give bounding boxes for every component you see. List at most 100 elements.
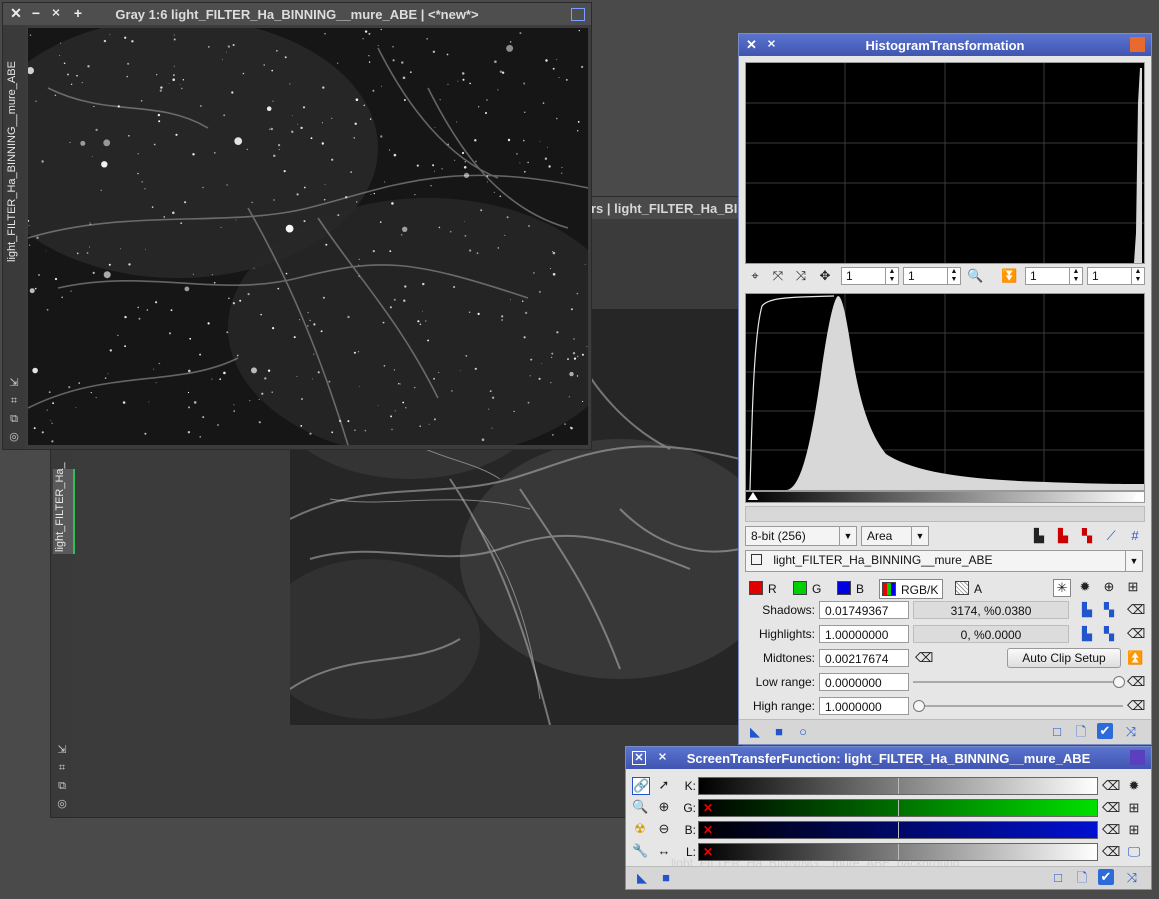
channel-b[interactable]: B: [837, 579, 864, 597]
channel-a[interactable]: A: [955, 579, 982, 597]
crosshair-alt-icon[interactable]: ⊞: [1125, 579, 1141, 595]
crosshair-icon[interactable]: ⊞: [1126, 800, 1142, 816]
front-image-window[interactable]: ✕ − ⨯ + Gray 1:6 light_FILTER_Ha_BINNING…: [2, 2, 592, 450]
pan-icon[interactable]: ✥: [817, 268, 833, 284]
stf-channel-bar[interactable]: ✕: [698, 821, 1098, 839]
target-icon[interactable]: ◎: [8, 431, 20, 443]
apply-global-icon[interactable]: ■: [771, 724, 787, 740]
screen-transfer-function-window[interactable]: ✕ ⨯ ScreenTransferFunction: light_FILTER…: [625, 746, 1152, 890]
zoom-to-fit-icon[interactable]: ⇲: [8, 377, 20, 389]
low-range-field[interactable]: 0.0000000: [819, 673, 909, 691]
clone-icon[interactable]: ⧉: [8, 413, 20, 425]
collapse-window-icon[interactable]: ⤨: [1123, 724, 1139, 740]
reset-icon[interactable]: ⌫: [915, 650, 933, 666]
apply-icon[interactable]: ✔: [1097, 723, 1113, 739]
spinner-arrows-icon[interactable]: ▲ ▼: [1069, 268, 1082, 284]
histogram-titlebar[interactable]: ✕ ⨯ HistogramTransformation: [739, 34, 1151, 56]
stf-channel-bar[interactable]: [698, 777, 1098, 795]
zoom-h-spinner[interactable]: 1 ▲ ▼: [841, 267, 899, 285]
reset-instance-icon[interactable]: 🗋: [1074, 870, 1090, 886]
new-instance-icon[interactable]: ◣: [634, 870, 650, 886]
clone-icon[interactable]: ⧉: [56, 780, 68, 792]
reset-icon[interactable]: ⌫: [1127, 698, 1145, 714]
target-icon[interactable]: ◎: [56, 798, 68, 810]
stars-icon[interactable]: ✳: [1053, 579, 1071, 597]
slider-knob[interactable]: [913, 700, 925, 712]
spinner-arrows-icon[interactable]: ▲ ▼: [947, 268, 960, 284]
histogram-left-multi-icon[interactable]: ▚: [1101, 602, 1117, 618]
histogram-right-icon[interactable]: ▙: [1079, 626, 1095, 642]
view-select[interactable]: light_FILTER_Ha_BINNING__mure_ABE ▼: [745, 550, 1143, 572]
stf-channel-bar[interactable]: ✕: [698, 799, 1098, 817]
reset-icon[interactable]: ⌫: [1127, 602, 1145, 618]
shadows-slider-handle[interactable]: [748, 492, 758, 500]
histogram-right-multi-icon[interactable]: ▚: [1101, 626, 1117, 642]
grid-icon[interactable]: #: [1127, 528, 1143, 544]
midtone-marker[interactable]: [898, 844, 899, 860]
midtone-marker[interactable]: [898, 800, 899, 816]
front-window-titlebar[interactable]: ✕ − ⨯ + Gray 1:6 light_FILTER_Ha_BINNING…: [3, 3, 591, 25]
reset-icon[interactable]: ⌫: [1102, 844, 1120, 860]
input-histogram[interactable]: [745, 293, 1145, 491]
apply-global-icon[interactable]: ■: [658, 870, 674, 886]
chevron-up-icon[interactable]: ⏫: [1127, 650, 1143, 666]
starfield-image[interactable]: [28, 28, 588, 445]
monitor-icon[interactable]: 🖵: [1126, 844, 1142, 860]
move-icon[interactable]: ⌖: [747, 268, 763, 284]
background-window-sidebar-tab[interactable]: light_FILTER_Ha_: [53, 462, 75, 554]
reset-icon[interactable]: ⌫: [1102, 800, 1120, 816]
midtones-field[interactable]: 0.00217674: [819, 649, 909, 667]
histogram-left-icon[interactable]: ▙: [1079, 602, 1095, 618]
reset-icon[interactable]: ⌫: [1127, 674, 1145, 690]
high-range-field[interactable]: 1.0000000: [819, 697, 909, 715]
apply-icon[interactable]: ✔: [1098, 869, 1114, 885]
arrow-down-icon[interactable]: ⏬: [1001, 268, 1017, 284]
reset-instance-icon[interactable]: 🗋: [1073, 724, 1089, 740]
reset-icon[interactable]: ⌫: [1102, 822, 1120, 838]
histogram-multi-icon[interactable]: ▚: [1079, 528, 1095, 544]
channel-rgbk[interactable]: RGB/K: [879, 579, 944, 599]
curve-icon[interactable]: ⟋: [1103, 528, 1119, 544]
highlights-slider-handle[interactable]: [1133, 492, 1143, 500]
collapse-window-icon[interactable]: ⤨: [1124, 870, 1140, 886]
spinner-arrows-icon[interactable]: ▲ ▼: [1131, 268, 1144, 284]
fit-icon[interactable]: ⤧: [770, 268, 786, 284]
reset-icon[interactable]: ⌫: [1102, 778, 1120, 794]
browse-documentation-icon[interactable]: □: [1050, 870, 1066, 886]
midtone-marker[interactable]: [898, 778, 899, 794]
window-menu-icon[interactable]: [571, 8, 585, 21]
zoom-h2-spinner[interactable]: 1 ▲ ▼: [1025, 267, 1083, 285]
front-window-sidebar-tab[interactable]: light_FILTER_Ha_BINNING__mure_ABE: [3, 37, 25, 262]
stf-channel-bar[interactable]: ✕: [698, 843, 1098, 861]
channel-g[interactable]: G: [793, 579, 821, 597]
output-histogram[interactable]: [745, 62, 1145, 264]
histogram-red-icon[interactable]: ▙: [1055, 528, 1071, 544]
zoom-v2-spinner[interactable]: 1 ▲ ▼: [1087, 267, 1145, 285]
reset-icon[interactable]: ⌫: [1127, 626, 1145, 642]
spinner-arrows-icon[interactable]: ▲ ▼: [885, 268, 898, 284]
zoom-icon[interactable]: 🔍: [967, 268, 983, 284]
auto-clip-setup-button[interactable]: Auto Clip Setup: [1007, 648, 1121, 668]
output-gradient-slider[interactable]: [745, 506, 1145, 522]
zoom-v-spinner[interactable]: 1 ▲ ▼: [903, 267, 961, 285]
crosshair-icon[interactable]: ⊕: [1101, 579, 1117, 595]
new-instance-icon[interactable]: ◣: [747, 724, 763, 740]
browse-documentation-icon[interactable]: □: [1049, 724, 1065, 740]
crosshair-icon[interactable]: ⊞: [1126, 822, 1142, 838]
crosshair-icon[interactable]: ✹: [1126, 778, 1142, 794]
input-gradient-slider[interactable]: [745, 491, 1145, 503]
real-time-preview-icon[interactable]: ○: [795, 724, 811, 740]
histogram-transformation-window[interactable]: ✕ ⨯ HistogramTransformation ⌖ ⤧ ⤨ ✥ 1 ▲ ▼…: [738, 33, 1152, 745]
shadows-field[interactable]: 0.01749367: [819, 601, 909, 619]
zoom-to-fit-icon[interactable]: ⇲: [56, 744, 68, 756]
graph-style-select[interactable]: Area ▼: [861, 526, 929, 546]
resolution-select[interactable]: 8-bit (256) ▼: [745, 526, 857, 546]
highlights-field[interactable]: 1.00000000: [819, 625, 909, 643]
histogram-tool-icon[interactable]: [1130, 37, 1145, 52]
histogram-mode-icon[interactable]: ▙: [1031, 528, 1047, 544]
crop-icon[interactable]: ⌗: [8, 395, 20, 407]
slider-knob[interactable]: [1113, 676, 1125, 688]
midtone-marker[interactable]: [898, 822, 899, 838]
crop-icon[interactable]: ⌗: [56, 762, 68, 774]
gear-icon[interactable]: ✹: [1077, 579, 1093, 595]
